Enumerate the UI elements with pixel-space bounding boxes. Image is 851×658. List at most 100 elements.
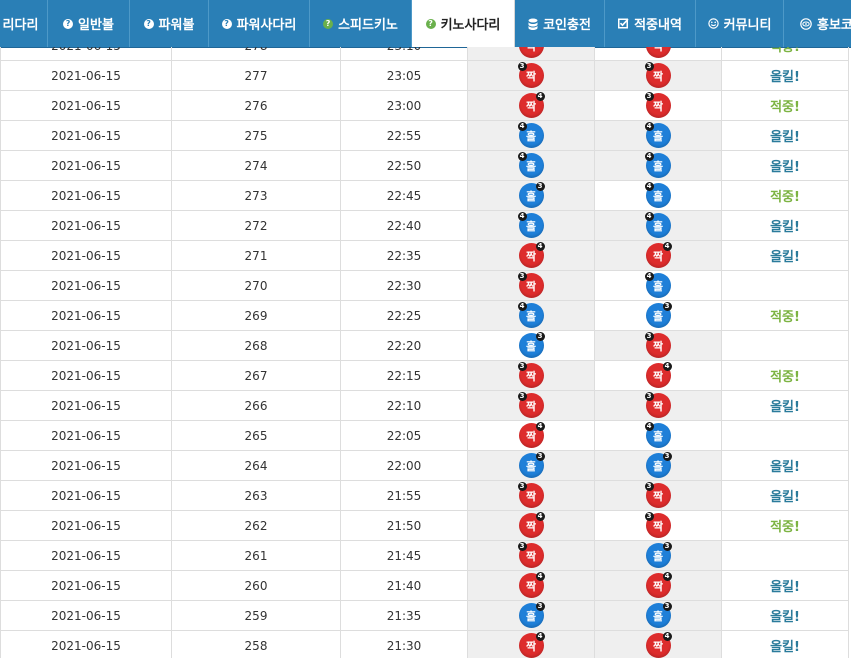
round-cell: 269 xyxy=(172,301,341,331)
pick-cell: 홀4 xyxy=(468,151,595,181)
ball-label: 홀 xyxy=(652,429,664,443)
ball-label: 홀 xyxy=(652,279,664,293)
tab-speed-keno[interactable]: ? 스피드키노 xyxy=(310,0,412,47)
tab-promo[interactable]: 홍보코 xyxy=(784,0,851,47)
pick-cell: 짝4 xyxy=(468,631,595,658)
time-cell: 21:45 xyxy=(341,541,468,571)
date-cell: 2021-06-15 xyxy=(0,301,172,331)
ball-label: 짝 xyxy=(525,399,537,413)
tab-label: 일반볼 xyxy=(78,18,114,33)
actual-cell: 홀4 xyxy=(595,421,722,451)
round-text: 271 xyxy=(244,248,268,263)
tab-ladder[interactable]: 리다리 xyxy=(0,0,48,47)
pick-cell: 짝3 xyxy=(468,361,595,391)
round-cell: 266 xyxy=(172,391,341,421)
round-cell: 265 xyxy=(172,421,341,451)
pick-cell: 짝3 xyxy=(468,47,595,61)
pick-ball: 짝4 xyxy=(518,572,545,598)
result-badge: 올킬! xyxy=(770,160,800,175)
line-count-badge: 4 xyxy=(535,92,545,101)
line-count-badge: 4 xyxy=(662,572,672,581)
date-text: 2021-06-15 xyxy=(51,398,121,413)
tab-powerball[interactable]: ? 파워볼 xyxy=(130,0,209,47)
ball-label: 짝 xyxy=(525,519,537,533)
round-cell: 259 xyxy=(172,601,341,631)
result-cell: 올킬! xyxy=(722,451,849,481)
ball-label: 짝 xyxy=(652,69,664,83)
ball-label: 짝 xyxy=(525,639,537,653)
time-text: 21:40 xyxy=(386,578,422,593)
tab-keno-ladder[interactable]: ? 키노사다리 xyxy=(412,0,515,47)
tab-label: 파워사다리 xyxy=(236,18,297,33)
time-text: 22:15 xyxy=(386,368,422,383)
tab-coin-charge[interactable]: 코인충전 xyxy=(515,0,605,47)
result-badge: 올킬! xyxy=(770,460,800,475)
actual-ball: 홀3 xyxy=(645,542,672,568)
table-row: 2021-06-15 259 21:35 홀 3 홀 3 올킬! xyxy=(0,601,851,631)
pick-cell: 홀3 xyxy=(468,181,595,211)
result-cell: 올킬! xyxy=(722,151,849,181)
pick-ball: 짝4 xyxy=(518,422,545,448)
round-text: 262 xyxy=(244,518,268,533)
time-cell: 22:10 xyxy=(341,391,468,421)
actual-ball: 짝3 xyxy=(644,92,671,118)
round-cell: 263 xyxy=(172,481,341,511)
ball-label: 짝 xyxy=(652,369,664,383)
date-cell: 2021-06-15 xyxy=(0,91,172,121)
actual-ball: 짝3 xyxy=(644,392,671,418)
smiley-icon xyxy=(707,18,719,29)
time-cell: 22:55 xyxy=(341,121,468,151)
round-cell: 274 xyxy=(172,151,341,181)
date-cell: 2021-06-15 xyxy=(0,361,172,391)
tab-community[interactable]: 커뮤니티 xyxy=(696,0,784,47)
top-nav: 리다리 ? 일반볼 ? 파워볼 ? 파워사다리 ? 스피드키노 ? 키노사다리 … xyxy=(0,0,851,48)
pick-ball: 홀3 xyxy=(518,452,545,478)
question-icon: ? xyxy=(425,18,436,29)
date-cell: 2021-06-15 xyxy=(0,121,172,151)
actual-ball: 짝3 xyxy=(644,512,671,538)
tab-power-ladder[interactable]: ? 파워사다리 xyxy=(209,0,310,47)
result-cell: 올킬! xyxy=(722,211,849,241)
actual-ball: 홀3 xyxy=(645,602,672,628)
round-cell: 258 xyxy=(172,631,341,658)
actual-ball: 홀3 xyxy=(645,452,672,478)
round-text: 272 xyxy=(244,218,268,233)
table-row: 2021-06-15 262 21:50 짝 4 짝 3 적중! xyxy=(0,511,851,541)
date-text: 2021-06-15 xyxy=(51,638,121,653)
round-text: 263 xyxy=(244,488,268,503)
actual-ball: 홀3 xyxy=(645,302,672,328)
result-cell: 적중! xyxy=(722,361,849,391)
actual-ball: 홀4 xyxy=(644,212,671,238)
time-cell: 22:35 xyxy=(341,241,468,271)
pick-ball: 홀4 xyxy=(517,302,544,328)
date-cell: 2021-06-15 xyxy=(0,241,172,271)
pick-cell: 짝4 xyxy=(468,511,595,541)
tab-hit-history[interactable]: 적중내역 xyxy=(605,0,696,47)
tab-normal-ball[interactable]: ? 일반볼 xyxy=(48,0,130,47)
line-count-badge: 4 xyxy=(662,632,672,641)
actual-cell: 짝3 xyxy=(595,481,722,511)
date-text: 2021-06-15 xyxy=(51,218,121,233)
ball-label: 홀 xyxy=(525,609,537,623)
table-row: 2021-06-15 277 23:05 짝 3 짝 3 올킬! xyxy=(0,61,851,91)
ball-label: 홀 xyxy=(525,459,537,473)
actual-cell: 홀3 xyxy=(595,451,722,481)
pick-ball: 짝3 xyxy=(517,272,544,298)
line-count-badge: 3 xyxy=(517,542,527,551)
line-count-badge: 4 xyxy=(517,302,527,311)
pick-ball: 홀3 xyxy=(518,602,545,628)
result-badge: 올킬! xyxy=(770,610,800,625)
time-cell: 22:45 xyxy=(341,181,468,211)
result-badge: 올킬! xyxy=(770,130,800,145)
ball-label: 짝 xyxy=(652,249,664,263)
date-text: 2021-06-15 xyxy=(51,47,121,53)
line-count-badge: 4 xyxy=(535,242,545,251)
time-text: 22:00 xyxy=(386,458,422,473)
date-text: 2021-06-15 xyxy=(51,428,121,443)
actual-cell: 짝4 xyxy=(595,241,722,271)
line-count-badge: 4 xyxy=(662,362,672,371)
round-text: 275 xyxy=(244,128,268,143)
line-count-badge: 4 xyxy=(662,242,672,251)
question-icon: ? xyxy=(323,18,334,29)
pick-ball: 짝3 xyxy=(517,542,544,568)
